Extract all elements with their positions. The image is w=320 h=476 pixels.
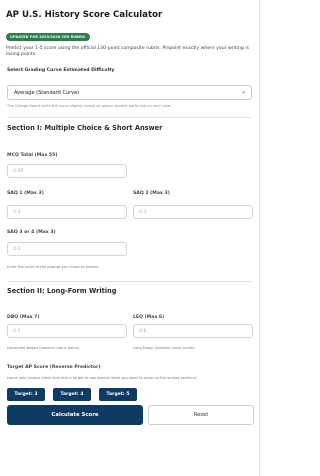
leq-label: LEQ (Max 6) [133,315,165,320]
saq2-label: SAQ 2 (Max 3) [133,191,170,196]
description-text: Predict your 1-5 score using the officia… [6,46,249,58]
calculate-score-button[interactable]: Calculate Score [7,405,143,425]
updated-badge: UPDATED FOR 2025/2026 CED RUBRIC [6,33,90,41]
leq-input[interactable]: 0-6 [133,324,253,338]
divider [7,281,252,282]
target-3-button[interactable]: Target: 3 [7,388,45,401]
section1-title: Section I: Multiple Choice & Short Answe… [7,124,163,132]
saq34-hint: Enter the score of the prompt you chose … [7,265,100,269]
dbq-input[interactable]: 0-7 [7,324,127,338]
mcq-input[interactable]: 0-55 [7,164,127,178]
chevron-down-icon: ⌄ [240,88,246,95]
dbq-label: DBQ (Max 7) [7,315,40,320]
target-note: Leave your essays blank and click a targ… [7,376,197,380]
curve-label: Select Grading Curve Estimated Difficult… [7,68,115,73]
saq34-input[interactable]: 0-3 [7,242,127,256]
page-title: AP U.S. History Score Calculator [6,10,163,20]
reset-button[interactable]: Reset [148,405,254,425]
dbq-hint: Document-Based Question rubric points. [7,346,80,350]
saq1-input[interactable]: 0-3 [7,205,127,219]
curve-select-wrap: Average (Standard Curve) ⌄ [7,81,252,100]
target-5-button[interactable]: Target: 5 [99,388,137,401]
calculator-card: AP U.S. History Score Calculator UPDATED… [0,0,260,476]
target-label: Target AP Score (Reverse Predictor) [7,365,101,370]
leq-hint: Long Essay Question rubric points. [133,346,196,350]
divider [7,117,252,118]
saq1-label: SAQ 1 (Max 3) [7,191,44,196]
curve-select[interactable]: Average (Standard Curve) ⌄ [7,85,252,100]
curve-note: The College Board shifts the curve sligh… [7,104,172,108]
saq34-label: SAQ 3 or 4 (Max 3) [7,230,56,235]
mcq-label: MCQ Total (Max 55) [7,153,58,158]
curve-selected-value: Average (Standard Curve) [14,90,80,96]
target-4-button[interactable]: Target: 4 [53,388,91,401]
section2-title: Section II: Long-Form Writing [7,287,117,295]
saq2-input[interactable]: 0-3 [133,205,253,219]
